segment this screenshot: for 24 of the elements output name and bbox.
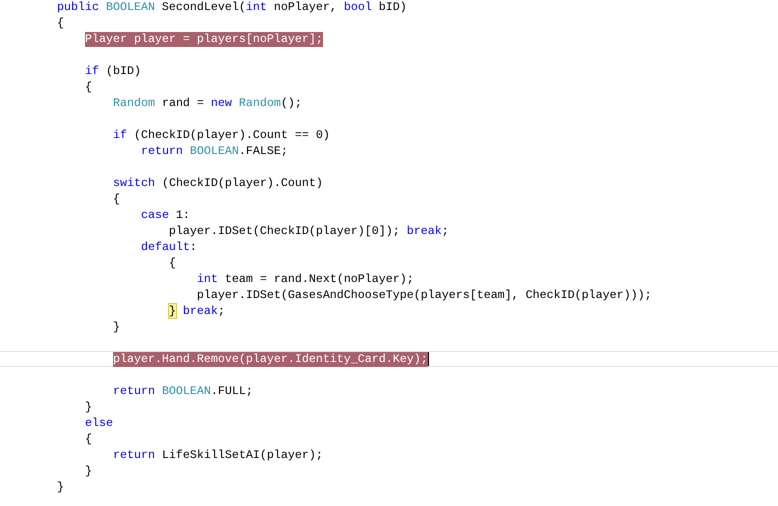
code-line: case 1: [140, 208, 190, 222]
code-line: } [57, 480, 64, 494]
code-line: return BOOLEAN.FULL; [112, 384, 253, 398]
code-line: } break; [168, 304, 225, 318]
code-line: Random rand = new Random(); [112, 96, 302, 110]
code-line: public BOOLEAN SecondLevel(int noPlayer, bool bID) [57, 0, 407, 14]
code-line: switch (CheckID(player).Count) [112, 176, 323, 190]
code-line: { [84, 432, 92, 446]
code-line: { [57, 16, 64, 30]
code-line: if (bID) [84, 64, 141, 78]
code-line: else [84, 416, 113, 430]
code-line: player.IDSet(GasesAndChooseType(players[team], CheckID(player))); [196, 288, 652, 302]
code-line: } [84, 464, 92, 478]
code-line: } [112, 320, 120, 334]
code-line: } [84, 400, 92, 414]
code-line: { [84, 80, 92, 94]
code-line: default: [140, 240, 197, 254]
code-line: return BOOLEAN.FALSE; [140, 144, 288, 158]
code-line: return LifeSkillSetAI(player); [112, 448, 323, 462]
code-line: { [168, 256, 176, 270]
code-line: int team = rand.Next(noPlayer); [196, 272, 414, 286]
code-line: player.IDSet(CheckID(player)[0]); break; [168, 224, 449, 238]
code-line: if (CheckID(player).Count == 0) [112, 128, 330, 142]
code-line: { [112, 192, 120, 206]
